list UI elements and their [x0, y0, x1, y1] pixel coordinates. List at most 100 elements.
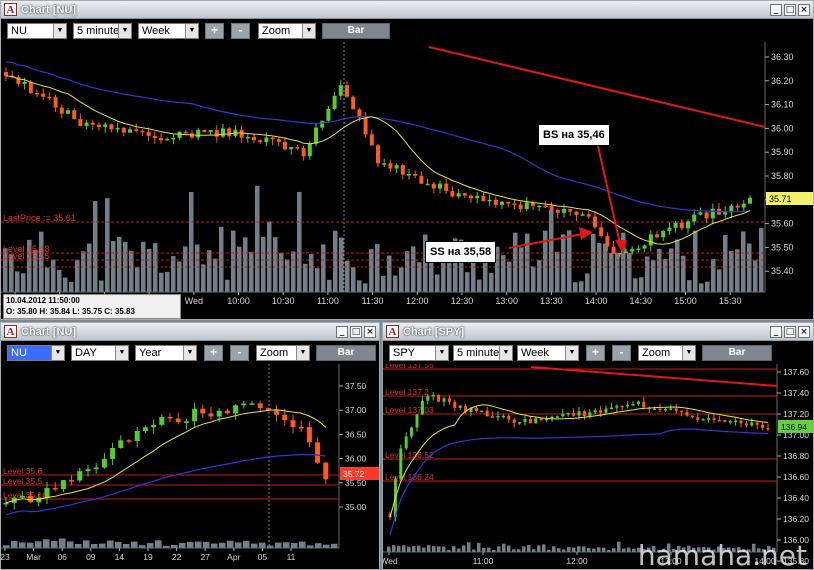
period-select[interactable]: Year ▼ [135, 345, 197, 361]
interval-select[interactable]: 5 minutes ▼ [453, 345, 513, 361]
volume-bar [21, 273, 26, 292]
volume-bar [363, 283, 368, 292]
zoom-in-button[interactable]: + [204, 345, 223, 361]
volume-bar [179, 543, 186, 548]
chevron-down-icon: ▼ [499, 346, 512, 360]
main-price-chart[interactable]: 36.3036.2036.1036.0035.9035.8035.7035.60… [1, 42, 814, 320]
candle-body [97, 124, 101, 128]
bar-type-button[interactable]: Bar [316, 345, 376, 361]
close-button[interactable]: × [364, 326, 376, 338]
volume-bar [165, 271, 170, 292]
minimize-button[interactable]: _ [770, 326, 782, 338]
volume-bar [201, 264, 206, 292]
y-tick-label: 36.00 [771, 123, 794, 133]
period-select[interactable]: Week ▼ [517, 345, 579, 361]
candle-body [568, 209, 573, 212]
candle-body [320, 120, 325, 128]
volume-bar [267, 221, 272, 292]
candle-body [456, 193, 461, 197]
volume-bar [492, 549, 496, 552]
minimize-button[interactable]: _ [770, 4, 782, 16]
volume-bar [393, 275, 398, 292]
volume-bar [607, 549, 611, 552]
candle-body [257, 403, 263, 409]
candle-body [276, 139, 281, 142]
spy-chart-titlebar[interactable]: A Chart [SPY] _ □ × [383, 323, 813, 341]
candle-body [183, 421, 189, 423]
candle-body [642, 245, 647, 249]
zoom-select[interactable]: Zoom ▼ [258, 23, 316, 39]
x-tick-label: 15:30 [719, 296, 742, 306]
main-chart-titlebar[interactable]: A Chart [NU] _ □ × [1, 1, 813, 19]
volume-bar [39, 231, 44, 292]
candle-body [146, 131, 151, 136]
y-tick-label: 136.40 [783, 493, 809, 503]
maximize-button[interactable]: □ [350, 326, 362, 338]
candle-body [295, 147, 300, 149]
candle-body [128, 129, 132, 133]
maximize-button[interactable]: □ [784, 326, 796, 338]
symbol-select[interactable]: NU ▼ [7, 23, 67, 39]
volume-bar [615, 252, 620, 292]
candle-body [227, 128, 232, 137]
price-tag-label: 136.94 [781, 422, 807, 432]
candle-body [582, 411, 586, 416]
candle-body [200, 408, 206, 414]
close-button[interactable]: × [798, 4, 810, 16]
x-tick-label: 06 [57, 552, 67, 562]
volume-bar [51, 259, 56, 292]
candle-body [512, 203, 517, 206]
zoom-select[interactable]: Zoom ▼ [638, 345, 696, 361]
candle-body [739, 420, 743, 424]
minimize-button[interactable]: _ [336, 326, 348, 338]
bar-type-button[interactable]: Bar [702, 345, 772, 361]
volume-bar [542, 544, 546, 552]
y-tick-label: 36.10 [771, 100, 794, 110]
candle-body [221, 128, 225, 137]
volume-bar [591, 233, 596, 292]
close-button[interactable]: × [798, 326, 810, 338]
volume-bar [291, 251, 296, 292]
bar-type-button[interactable]: Bar [322, 23, 390, 39]
candle-body [537, 205, 542, 208]
level-label: Level 137.03 [385, 405, 434, 415]
symbol-select[interactable]: SPY ▼ [389, 345, 449, 361]
daily-price-chart[interactable]: 37.5037.0036.5036.0035.5035.0023 Mar 06 09 1… [1, 364, 380, 570]
candle-body [704, 212, 709, 219]
volume-bar [83, 540, 90, 548]
x-tick-label: 14 [115, 552, 125, 562]
volume-bar [597, 547, 601, 552]
zoom-in-button[interactable]: + [205, 23, 224, 39]
volume-bar [502, 543, 506, 552]
zoom-out-button[interactable]: - [230, 345, 249, 361]
volume-bar [405, 251, 410, 292]
symbol-select[interactable]: NU ▼ [7, 345, 65, 361]
volume-bar [67, 541, 74, 548]
y-tick-label: 37.00 [345, 405, 367, 415]
volume-bar [69, 281, 74, 292]
candle-body [332, 95, 337, 109]
watermark-text: hamaha.net [637, 539, 807, 570]
volume-bar [275, 542, 282, 548]
candle-body [555, 209, 560, 213]
x-tick-label: 13:00 [495, 296, 518, 306]
zoom-out-button[interactable]: - [612, 345, 631, 361]
volume-bar [407, 546, 411, 552]
volume-bar [729, 250, 734, 292]
volume-bar [572, 547, 576, 552]
candle-body [19, 495, 25, 498]
zoom-select[interactable]: Zoom ▼ [256, 345, 310, 361]
daily-chart-titlebar[interactable]: A Chart [NU] _ □ × [1, 323, 379, 341]
maximize-button[interactable]: □ [784, 4, 796, 16]
period-select[interactable]: Week ▼ [138, 23, 199, 39]
candle-body [679, 222, 684, 229]
candle-body [109, 124, 114, 130]
candle-body [306, 427, 312, 443]
zoom-out-button[interactable]: - [231, 23, 250, 39]
interval-select[interactable]: 5 minutes ▼ [73, 23, 132, 39]
volume-bar [747, 243, 752, 292]
zoom-in-button[interactable]: + [586, 345, 605, 361]
zoom-value: Zoom [642, 347, 671, 359]
interval-select[interactable]: DAY ▼ [71, 345, 129, 361]
candle-body [44, 488, 50, 499]
